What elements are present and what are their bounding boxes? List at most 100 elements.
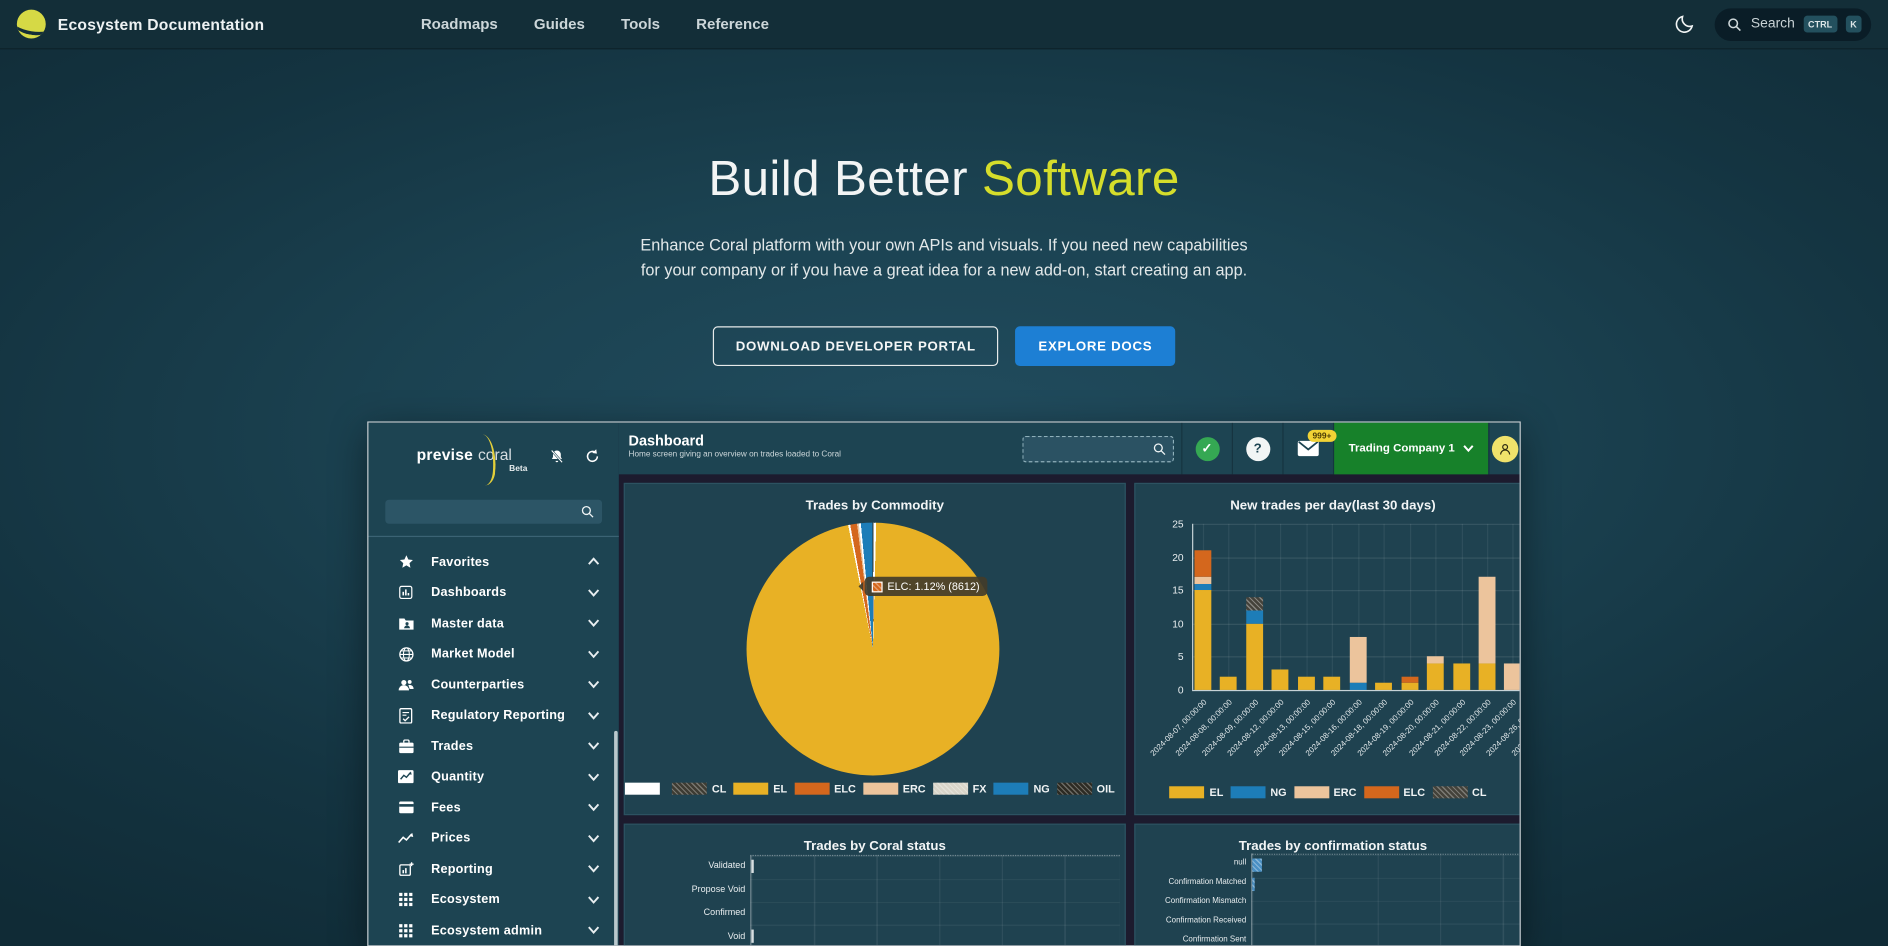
dashboard-search-input[interactable] [1029, 442, 1152, 455]
kbd-k: K [1845, 16, 1861, 33]
sidebar-item-trades[interactable]: Trades [368, 731, 618, 762]
bar-segment-ng[interactable] [1194, 584, 1211, 591]
sidebar-item-regulatory-reporting[interactable]: Regulatory Reporting [368, 700, 618, 731]
hbar-bar-validated[interactable] [751, 859, 753, 872]
chevron-down-icon [588, 865, 600, 873]
sidebar-search[interactable] [385, 500, 602, 524]
sidebar-item-prices[interactable]: Prices [368, 823, 618, 854]
sidebar-item-dashboards[interactable]: Dashboards [368, 577, 618, 608]
hero-subtitle: Enhance Coral platform with your own API… [631, 234, 1257, 283]
hbar-bar-void[interactable] [751, 930, 754, 943]
bar-segment-el[interactable] [1427, 663, 1444, 690]
bar-segment-el[interactable] [1479, 663, 1496, 690]
sidebar-item-master-data[interactable]: Master data [368, 608, 618, 639]
sidebar-item-reporting[interactable]: Reporting [368, 854, 618, 885]
bar-segment-el[interactable] [1453, 663, 1470, 690]
bar-segment-el[interactable] [1298, 677, 1315, 690]
legend-item-NG[interactable]: NG [994, 783, 1050, 795]
sidebar-item-quantity[interactable]: Quantity [368, 762, 618, 793]
global-search-button[interactable]: Search CTRL K [1715, 8, 1871, 41]
sidebar-scrollbar[interactable] [614, 731, 618, 946]
bar-segment-erc[interactable] [1504, 663, 1519, 690]
legend-item-NG[interactable]: NG [1231, 786, 1287, 798]
nav-link-roadmaps[interactable]: Roadmaps [421, 16, 498, 33]
sidebar-item-market-model[interactable]: Market Model [368, 639, 618, 670]
bar-segment-erc[interactable] [1194, 577, 1211, 584]
bar-segment-erc[interactable] [1427, 657, 1444, 664]
gridline [1192, 623, 1520, 624]
legend-item-OIL[interactable]: OIL [1057, 783, 1115, 795]
refresh-button[interactable] [584, 448, 601, 465]
nav-link-guides[interactable]: Guides [534, 16, 585, 33]
ecosystem-admin-icon [397, 923, 414, 937]
hbar-category-label: Confirmation Received [1135, 916, 1246, 924]
legend-item-FX[interactable]: FX [933, 783, 987, 795]
dark-mode-toggle[interactable] [1671, 11, 1697, 37]
nav-link-reference[interactable]: Reference [696, 16, 769, 33]
sidebar-divider [368, 536, 618, 537]
dashboard-search[interactable] [1022, 435, 1174, 461]
bar-segment-elc[interactable] [1401, 677, 1418, 684]
previse-coral-logo: previsecoral Beta [417, 445, 528, 473]
hbar-bar-null[interactable] [1252, 858, 1261, 871]
download-developer-portal-button[interactable]: DOWNLOAD DEVELOPER PORTAL [713, 326, 999, 366]
help-button[interactable]: ? [1246, 436, 1270, 460]
messages-button[interactable]: 999+ [1297, 439, 1320, 457]
hbar-bar-confirmation-matched[interactable] [1252, 877, 1254, 890]
legend-item-ELC[interactable]: ELC [794, 783, 855, 795]
legend-item-CL[interactable]: CL [672, 783, 726, 795]
confirmation-status-bar-chart[interactable]: nullConfirmation MatchedConfirmation Mis… [1135, 825, 1519, 945]
mail-count-badge: 999+ [1308, 430, 1337, 442]
search-icon [1152, 441, 1166, 455]
sidebar-search-input[interactable] [393, 505, 581, 518]
sidebar-item-ecosystem-admin[interactable]: Ecosystem admin [368, 915, 618, 946]
logo-previse: previse [417, 445, 474, 463]
bar-segment-elc[interactable] [1194, 550, 1211, 577]
bar-segment-el[interactable] [1220, 677, 1237, 690]
site-brand[interactable]: Ecosystem Documentation [17, 10, 264, 39]
legend-item-CL[interactable]: CL [1432, 786, 1486, 798]
legend-item-ELC[interactable]: ELC [1364, 786, 1425, 798]
moon-icon [1674, 13, 1696, 35]
reporting-icon [397, 861, 414, 877]
sidebar-item-fees[interactable]: Fees [368, 792, 618, 823]
bar-segment-cl[interactable] [1246, 597, 1263, 610]
globe-icon [397, 646, 414, 662]
legend-item-EL[interactable]: EL [1170, 786, 1224, 798]
site-title: Ecosystem Documentation [58, 15, 264, 33]
legend-item-EL[interactable]: EL [734, 783, 788, 795]
nav-link-tools[interactable]: Tools [621, 16, 660, 33]
master-data-icon [397, 616, 414, 630]
legend-item-blank[interactable] [625, 783, 665, 795]
commodity-pie-chart[interactable] [747, 523, 1000, 776]
bar-segment-ng[interactable] [1246, 610, 1263, 623]
bar-segment-erc[interactable] [1349, 637, 1366, 684]
legend-label: ELC [834, 783, 856, 795]
page-title: Dashboard [629, 432, 1005, 449]
legend-item-ERC[interactable]: ERC [1294, 786, 1357, 798]
sidebar-item-favorites[interactable]: Favorites [368, 547, 618, 578]
legend-item-ERC[interactable]: ERC [863, 783, 926, 795]
status-ok-button[interactable]: ✓ [1195, 436, 1219, 460]
explore-docs-button[interactable]: EXPLORE DOCS [1016, 326, 1176, 366]
tooltip-swatch-elc [872, 581, 883, 592]
gridline [1306, 524, 1307, 688]
sidebar-item-counterparties[interactable]: Counterparties [368, 669, 618, 700]
sidebar-item-ecosystem[interactable]: Ecosystem [368, 884, 618, 915]
sidebar-item-label: Quantity [431, 770, 484, 784]
bar-segment-ng[interactable] [1349, 683, 1366, 690]
bar-segment-el[interactable] [1246, 623, 1263, 689]
bar-segment-el[interactable] [1272, 670, 1289, 690]
hbar-category-label: Validated [625, 860, 745, 871]
bar-segment-el[interactable] [1324, 677, 1341, 690]
bar-segment-el[interactable] [1194, 590, 1211, 690]
coral-status-bar-chart[interactable]: ValidatedPropose VoidConfirmedVoid [625, 825, 1125, 945]
chevron-down-icon [588, 773, 600, 781]
company-selector[interactable]: Trading Company 1 [1333, 423, 1489, 475]
bar-segment-el[interactable] [1401, 683, 1418, 690]
bar-segment-erc[interactable] [1479, 577, 1496, 663]
notifications-off-button[interactable] [549, 448, 565, 465]
gridline [1332, 524, 1333, 688]
user-avatar[interactable] [1491, 435, 1517, 461]
bar-segment-el[interactable] [1375, 683, 1392, 690]
